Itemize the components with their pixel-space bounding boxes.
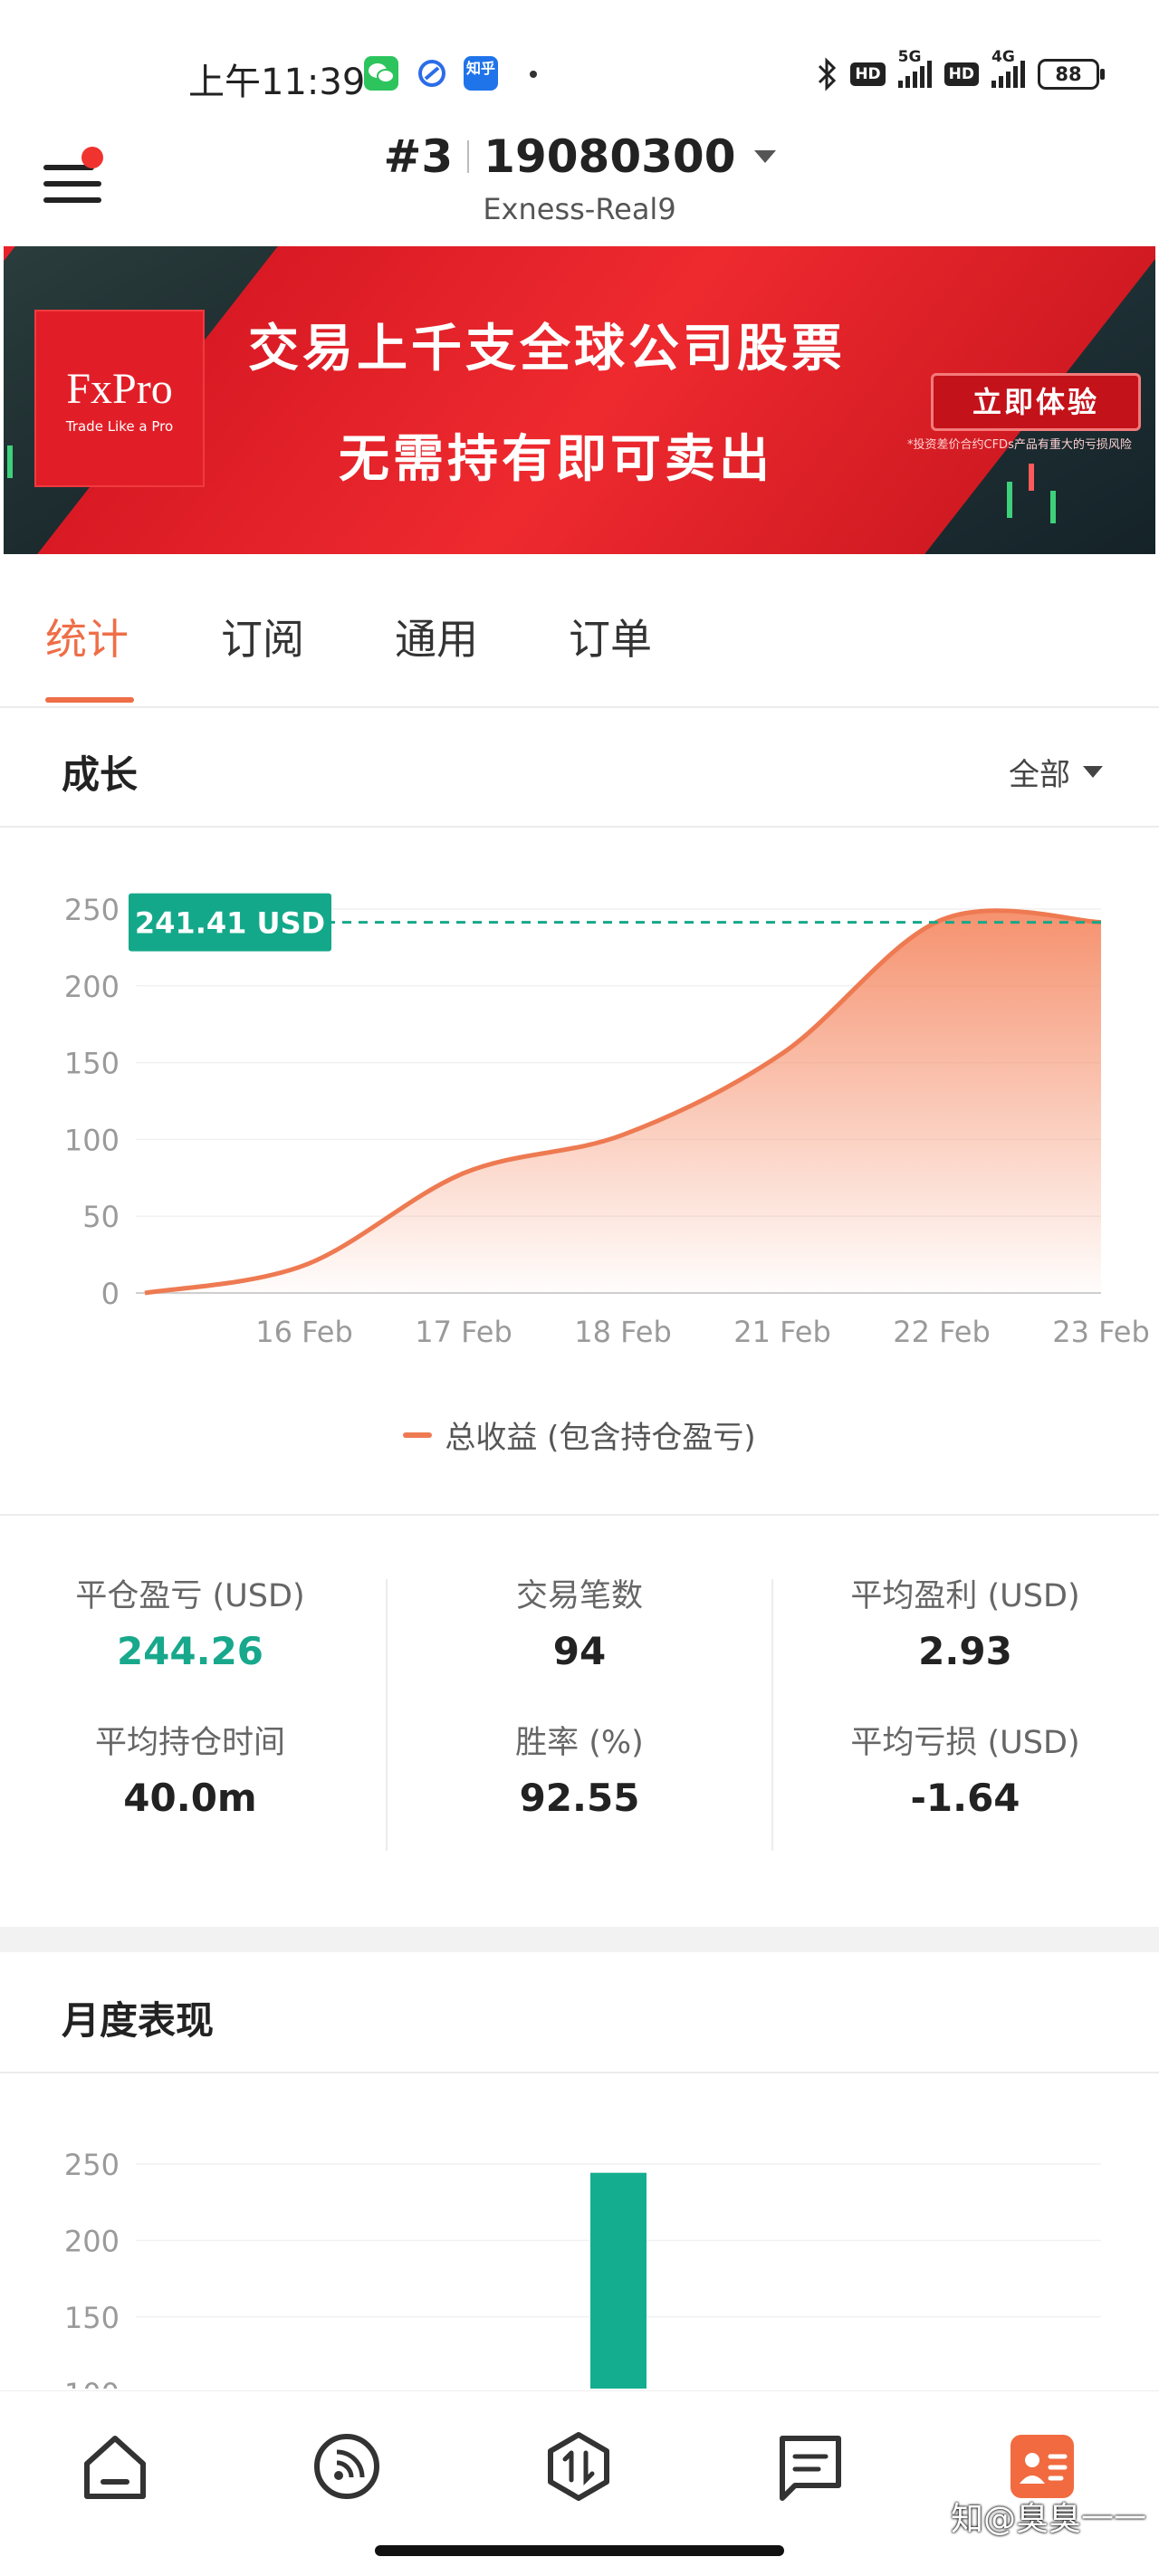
y-tick-label: 200 <box>64 2224 120 2258</box>
tab-subscribe[interactable]: 订阅 <box>221 607 304 666</box>
monthly-header: 月度表现 <box>0 1952 1159 2073</box>
banner-headline: 交易上千支全球公司股票 <box>248 320 846 378</box>
x-tick-label: 22 Feb <box>893 1315 991 1349</box>
legend-swatch <box>403 1432 433 1438</box>
series-area <box>145 910 1101 1293</box>
tab-stats[interactable]: 统计 <box>45 607 129 666</box>
monthly-title: 月度表现 <box>62 1998 215 2043</box>
y-tick-label: 250 <box>64 2148 120 2182</box>
stat-avg-hold: 平均持仓时间 40.0m <box>94 1725 285 1820</box>
y-tick-label: 150 <box>64 2301 120 2335</box>
watermark: 知@臭臭一一 <box>950 2501 1146 2538</box>
status-indicators: HD 5G HD 4G 88 <box>816 48 1105 94</box>
nav-trade[interactable] <box>538 2426 619 2507</box>
tab-bar: 统计 订阅 通用 订单 <box>0 554 1159 708</box>
signal-4g-icon: 4G <box>991 48 1025 88</box>
bottom-nav: 知@臭臭一一 <box>0 2390 1159 2576</box>
chart-legend: 总收益 (包含持仓盈亏) <box>0 1412 1159 1457</box>
y-tick-label: 0 <box>101 1277 120 1311</box>
tab-general[interactable]: 通用 <box>395 607 478 666</box>
bluetooth-icon <box>819 57 837 91</box>
try-now-button[interactable]: 立即体验 <box>931 373 1141 431</box>
nav-signals[interactable] <box>306 2426 388 2507</box>
stats-panel: 平仓盈亏 (USD) 244.26 交易笔数 94 平均盈利 (USD) 2.9… <box>0 1514 1159 1929</box>
banner-subheadline: 无需持有即可卖出 <box>339 430 773 489</box>
home-indicator[interactable] <box>375 2545 784 2556</box>
status-bar: 上午11:39 知乎 HD 5G HD 4G 88 <box>0 0 1159 118</box>
x-tick-label: 23 Feb <box>1052 1315 1150 1349</box>
chevron-down-icon <box>1083 766 1103 778</box>
bar[interactable] <box>590 2172 647 2389</box>
notification-dot-icon <box>530 71 537 78</box>
y-tick-label: 250 <box>64 893 120 927</box>
y-tick-label: 50 <box>82 1200 120 1234</box>
fxpro-logo: FxPro Trade Like a Pro <box>36 311 203 485</box>
x-tick-label: 18 Feb <box>574 1315 672 1349</box>
x-tick-label: 16 Feb <box>255 1315 353 1349</box>
hd-badge-2: HD <box>943 62 979 86</box>
stat-win-rate: 胜率 (%) 92.55 <box>515 1725 644 1820</box>
signal-5g-icon: 5G <box>897 48 932 88</box>
promo-banner[interactable]: FxPro Trade Like a Pro 交易上千支全球公司股票 无需持有即… <box>4 246 1155 554</box>
stat-closed-pl: 平仓盈亏 (USD) 244.26 <box>75 1578 305 1673</box>
y-tick-label: 100 <box>64 1123 120 1157</box>
wechat-icon <box>364 56 398 91</box>
divider <box>386 1579 388 1851</box>
nav-home[interactable] <box>74 2426 156 2507</box>
legend-label: 总收益 (包含持仓盈亏) <box>445 1420 756 1456</box>
y-tick-label: 150 <box>64 1047 120 1081</box>
stat-avg-profit: 平均盈利 (USD) 2.93 <box>850 1578 1080 1673</box>
growth-header: 成长 全部 <box>0 706 1159 828</box>
home-icon <box>84 2436 146 2499</box>
tab-active-indicator <box>45 697 134 703</box>
x-tick-label: 17 Feb <box>415 1315 512 1349</box>
growth-title: 成长 <box>62 752 139 797</box>
nav-notes[interactable] <box>770 2426 851 2507</box>
server-name: Exness-Real9 <box>483 192 676 226</box>
battery-icon: 88 <box>1038 59 1105 90</box>
app-icon <box>415 56 449 91</box>
stat-trades: 交易笔数 94 <box>515 1578 643 1673</box>
chevron-down-icon <box>753 150 776 163</box>
tab-orders[interactable]: 订单 <box>569 607 652 666</box>
status-time: 上午11:39 <box>188 62 366 103</box>
app-header: #3 19080300 Exness-Real9 <box>0 118 1159 244</box>
current-value-label: 241.41 USD <box>135 906 325 941</box>
divider <box>771 1579 773 1851</box>
account-selector[interactable]: #3 19080300 Exness-Real9 <box>0 130 1159 226</box>
y-tick-label: 100 <box>64 2377 120 2389</box>
monthly-chart-panel: 100 150 200 250 <box>0 2073 1159 2389</box>
notes-icon <box>780 2436 841 2501</box>
growth-chart[interactable]: 0 50 100 150 200 250 16 Feb 17 Feb 18 Feb 21 Feb 2… <box>0 826 1159 1387</box>
hd-badge: HD <box>850 62 886 86</box>
growth-chart-panel: 0 50 100 150 200 250 16 Feb 17 Feb 18 Feb 21 Feb 2… <box>0 826 1159 1514</box>
range-filter[interactable]: 全部 <box>1009 750 1103 794</box>
trade-icon <box>548 2432 609 2501</box>
account-number: 19080300 <box>484 130 736 183</box>
zhihu-icon: 知乎 <box>464 56 498 91</box>
section-gap <box>0 1927 1159 1952</box>
x-tick-label: 21 Feb <box>733 1315 831 1349</box>
account-index: #3 <box>383 130 454 183</box>
signal-icon <box>314 2434 379 2499</box>
y-tick-label: 200 <box>64 970 120 1004</box>
monthly-chart[interactable]: 100 150 200 250 <box>0 2073 1159 2389</box>
stat-avg-loss: 平均亏损 (USD) -1.64 <box>850 1725 1080 1820</box>
banner-disclaimer: *投资差价合约CFDs产品有重大的亏损风险 <box>907 438 1132 452</box>
